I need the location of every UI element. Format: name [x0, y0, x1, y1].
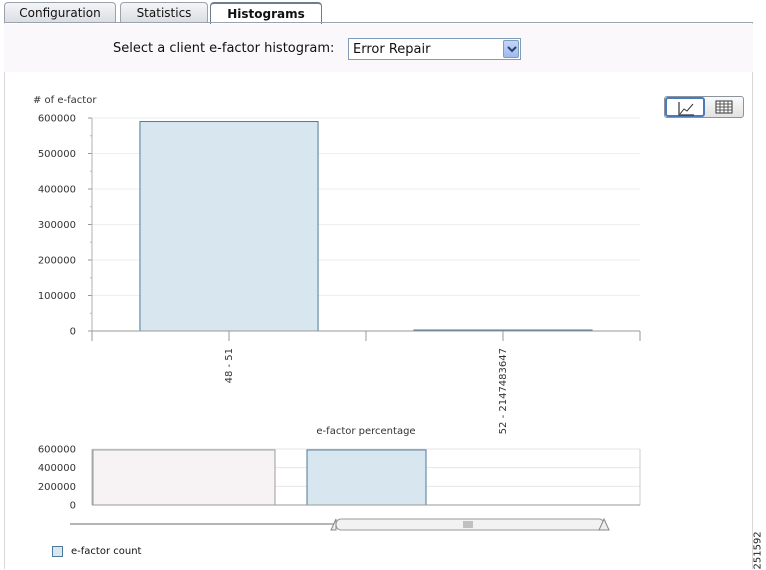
- y-tick-label: 0: [70, 501, 76, 512]
- overview-bar-2: [306, 449, 427, 506]
- legend-label: e-factor count: [71, 546, 142, 557]
- main-chart: # of e-factor 0 100000 200000 300000 400000 5…: [33, 95, 641, 434]
- figure-code-text: 251592: [752, 531, 764, 570]
- y-tick-label: 600000: [38, 445, 76, 456]
- main-y-ticks: 0 100000 200000 300000 400000 500000 600000: [38, 114, 92, 338]
- main-x-ticks: 48 - 51 52 - 2147483647: [91, 331, 641, 434]
- y-tick-label: 400000: [38, 463, 76, 474]
- y-tick-label: 600000: [38, 114, 76, 125]
- y-tick-label: 100000: [38, 291, 76, 302]
- overview-y-ticks: 0 200000 400000 600000: [38, 445, 76, 512]
- y-tick-label: 200000: [38, 256, 76, 267]
- overview-bars: [92, 449, 641, 506]
- figure-code: 251592: [752, 530, 764, 570]
- y-tick-label: 300000: [38, 220, 76, 231]
- overview-title: e-factor percentage: [316, 426, 415, 437]
- y-tick-label: 0: [70, 327, 76, 338]
- legend-swatch: [52, 546, 63, 557]
- overview-bar-1: [92, 449, 276, 506]
- y-tick-label: 400000: [38, 185, 76, 196]
- main-bars: [139, 121, 593, 332]
- y-axis-label: # of e-factor: [33, 95, 97, 106]
- y-tick-label: 200000: [38, 482, 76, 493]
- y-tick-label: 500000: [38, 149, 76, 160]
- bar-1: [139, 121, 319, 332]
- histogram-charts: # of e-factor 0 100000 200000 300000 400000 5…: [33, 95, 641, 531]
- range-slider[interactable]: [70, 517, 610, 531]
- overview-chart: e-factor percentage 0 200000 400000 600000: [38, 426, 641, 512]
- x-tick-label: 48 - 51: [224, 348, 235, 383]
- x-tick-label: 52 - 2147483647: [498, 348, 509, 434]
